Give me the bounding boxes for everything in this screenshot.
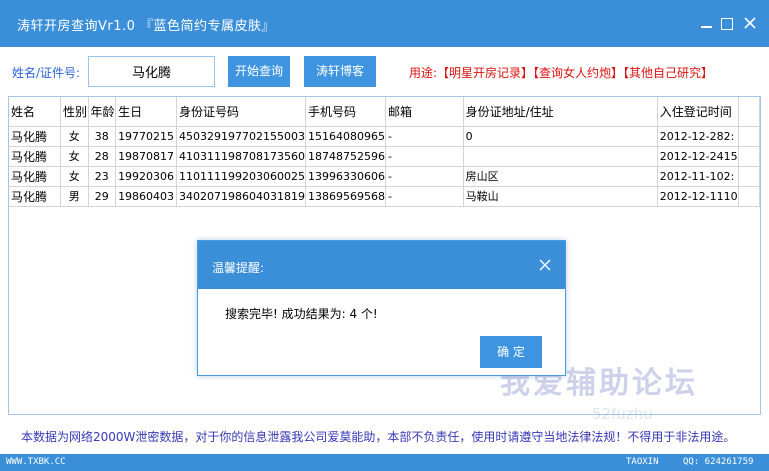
cell-id-number: 450329197702155003 xyxy=(176,126,306,147)
cell-name: 马化腾 xyxy=(9,186,61,207)
cell-age: 38 xyxy=(88,126,117,147)
cell-name: 马化腾 xyxy=(9,166,61,187)
column-header[interactable]: 姓名 xyxy=(9,97,61,127)
table-header-row: 姓名 性别 年龄 生日 身份证号码 手机号码 邮箱 身份证地址/住址 入住登记时… xyxy=(9,97,760,127)
cell-id-number: 110111199203060025 xyxy=(176,166,306,187)
column-header[interactable]: 身份证号码 xyxy=(176,97,306,127)
cell-filler xyxy=(738,126,760,147)
dialog-close-icon[interactable] xyxy=(538,258,552,272)
cell-phone: 13869569568 xyxy=(305,186,386,207)
cell-phone: 18748752596 xyxy=(305,146,386,167)
cell-birthday: 19920306 xyxy=(115,166,177,187)
column-header[interactable]: 年龄 xyxy=(88,97,117,127)
cell-checkin-time: 2012-12-282: xyxy=(657,126,739,147)
status-author: TAOXIN xyxy=(626,457,659,467)
close-icon xyxy=(744,17,756,29)
disclaimer-text: 本数据为网络2000W泄密数据，对于你的信息泄露我公司爱莫能助，本部不负责任，使… xyxy=(21,430,736,444)
cell-email: - xyxy=(385,166,464,187)
cell-address: 马鞍山 xyxy=(463,186,658,207)
dialog-title: 温馨提醒: xyxy=(212,261,265,275)
cell-email: - xyxy=(385,146,464,167)
cell-birthday: 19860403 xyxy=(115,186,177,207)
notice-dialog: 温馨提醒: 搜索完毕! 成功结果为: 4 个! 确 定 xyxy=(197,240,566,376)
cell-gender: 女 xyxy=(60,166,89,187)
status-bar: WWW.TXBK.CC TAOXIN QQ: 624261759 xyxy=(0,454,769,471)
column-header[interactable]: 邮箱 xyxy=(385,97,464,127)
cell-birthday: 19770215 xyxy=(115,126,177,147)
dialog-header: 温馨提醒: xyxy=(198,241,565,289)
usage-text: 用途:【明星开房记录】【查询女人约炮】【其他自己研究】 xyxy=(409,66,714,80)
cell-email: - xyxy=(385,126,464,147)
status-website[interactable]: WWW.TXBK.CC xyxy=(6,457,66,467)
cell-gender: 女 xyxy=(60,146,89,167)
cell-id-number: 410311198708173560 xyxy=(176,146,306,167)
column-header[interactable]: 身份证地址/住址 xyxy=(463,97,658,127)
results-table: 姓名 性别 年龄 生日 身份证号码 手机号码 邮箱 身份证地址/住址 入住登记时… xyxy=(9,97,760,207)
table-row[interactable]: 马化腾 女 38 19770215 450329197702155003 151… xyxy=(9,126,760,147)
dialog-message: 搜索完毕! 成功结果为: 4 个! xyxy=(225,307,378,321)
cell-phone: 13996330606 xyxy=(305,166,386,187)
cell-name: 马化腾 xyxy=(9,126,61,147)
name-label: 姓名/证件号: xyxy=(12,66,81,80)
cell-email: - xyxy=(385,186,464,207)
status-qq: QQ: 624261759 xyxy=(683,457,754,467)
cell-age: 28 xyxy=(88,146,117,167)
cell-address: 房山区 xyxy=(463,166,658,187)
cell-checkin-time: 2012-12-1110 xyxy=(657,186,739,207)
table-row[interactable]: 马化腾 男 29 19860403 340207198604031819 138… xyxy=(9,186,760,207)
title-bar: 涛轩开房查询Vr1.0 『蓝色简约专属皮肤』 xyxy=(0,0,769,47)
minimize-button[interactable] xyxy=(698,14,716,32)
column-header-filler xyxy=(738,97,760,127)
cell-age: 29 xyxy=(88,186,117,207)
cell-gender: 女 xyxy=(60,126,89,147)
cell-address xyxy=(463,146,658,167)
cell-checkin-time: 2012-12-2415 xyxy=(657,146,739,167)
cell-filler xyxy=(738,166,760,187)
cell-filler xyxy=(738,186,760,207)
dialog-ok-button[interactable]: 确 定 xyxy=(480,336,542,368)
cell-address: 0 xyxy=(463,126,658,147)
cell-filler xyxy=(738,146,760,167)
cell-phone: 15164080965 xyxy=(305,126,386,147)
maximize-button[interactable] xyxy=(718,14,736,32)
cell-name: 马化腾 xyxy=(9,146,61,167)
column-header[interactable]: 手机号码 xyxy=(305,97,386,127)
cell-gender: 男 xyxy=(60,186,89,207)
table-row[interactable]: 马化腾 女 23 19920306 110111199203060025 139… xyxy=(9,166,760,187)
name-input[interactable] xyxy=(88,56,215,87)
column-header[interactable]: 性别 xyxy=(60,97,89,127)
table-row[interactable]: 马化腾 女 28 19870817 410311198708173560 187… xyxy=(9,146,760,167)
cell-age: 23 xyxy=(88,166,117,187)
watermark-sub: 52fuzhu xyxy=(592,405,653,423)
cell-checkin-time: 2012-11-102: xyxy=(657,166,739,187)
window-title: 涛轩开房查询Vr1.0 『蓝色简约专属皮肤』 xyxy=(17,19,276,34)
blog-button[interactable]: 涛轩博客 xyxy=(304,56,376,87)
cell-id-number: 340207198604031819 xyxy=(176,186,306,207)
search-button[interactable]: 开始查询 xyxy=(228,56,290,87)
search-toolbar: 姓名/证件号: 开始查询 涛轩博客 用途:【明星开房记录】【查询女人约炮】【其他… xyxy=(0,47,769,95)
column-header[interactable]: 入住登记时间 xyxy=(657,97,739,127)
cell-birthday: 19870817 xyxy=(115,146,177,167)
column-header[interactable]: 生日 xyxy=(115,97,177,127)
close-button[interactable] xyxy=(741,14,759,32)
